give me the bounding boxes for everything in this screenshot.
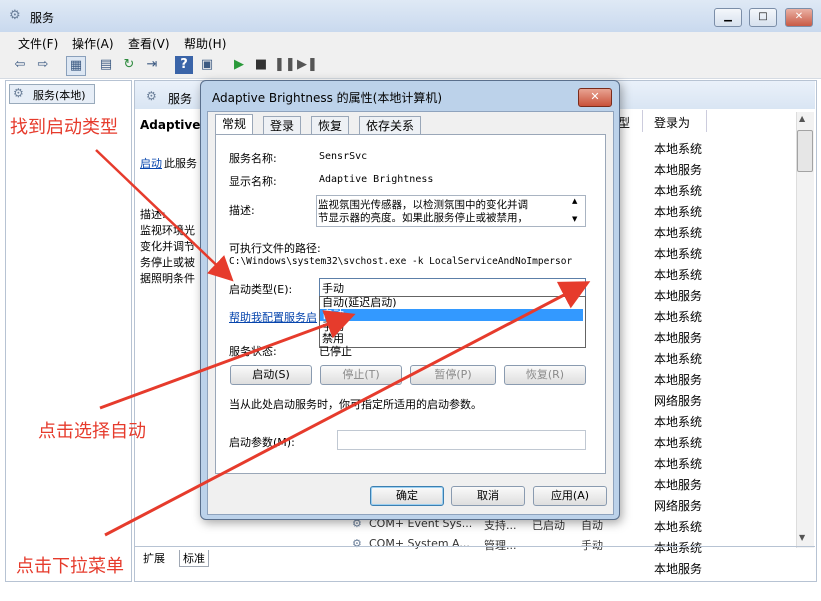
annotation-find-startup-type: 找到启动类型 bbox=[10, 117, 118, 138]
annotation-click-dropdown: 点击下拉菜单 bbox=[16, 556, 124, 577]
annotation-click-select-auto: 点击选择自动 bbox=[38, 421, 146, 442]
arrow-to-startup-type bbox=[95, 149, 234, 282]
annotation-arrows bbox=[95, 149, 591, 537]
arrow-to-auto-option bbox=[99, 310, 356, 410]
arrow-to-dropdown bbox=[104, 281, 591, 537]
